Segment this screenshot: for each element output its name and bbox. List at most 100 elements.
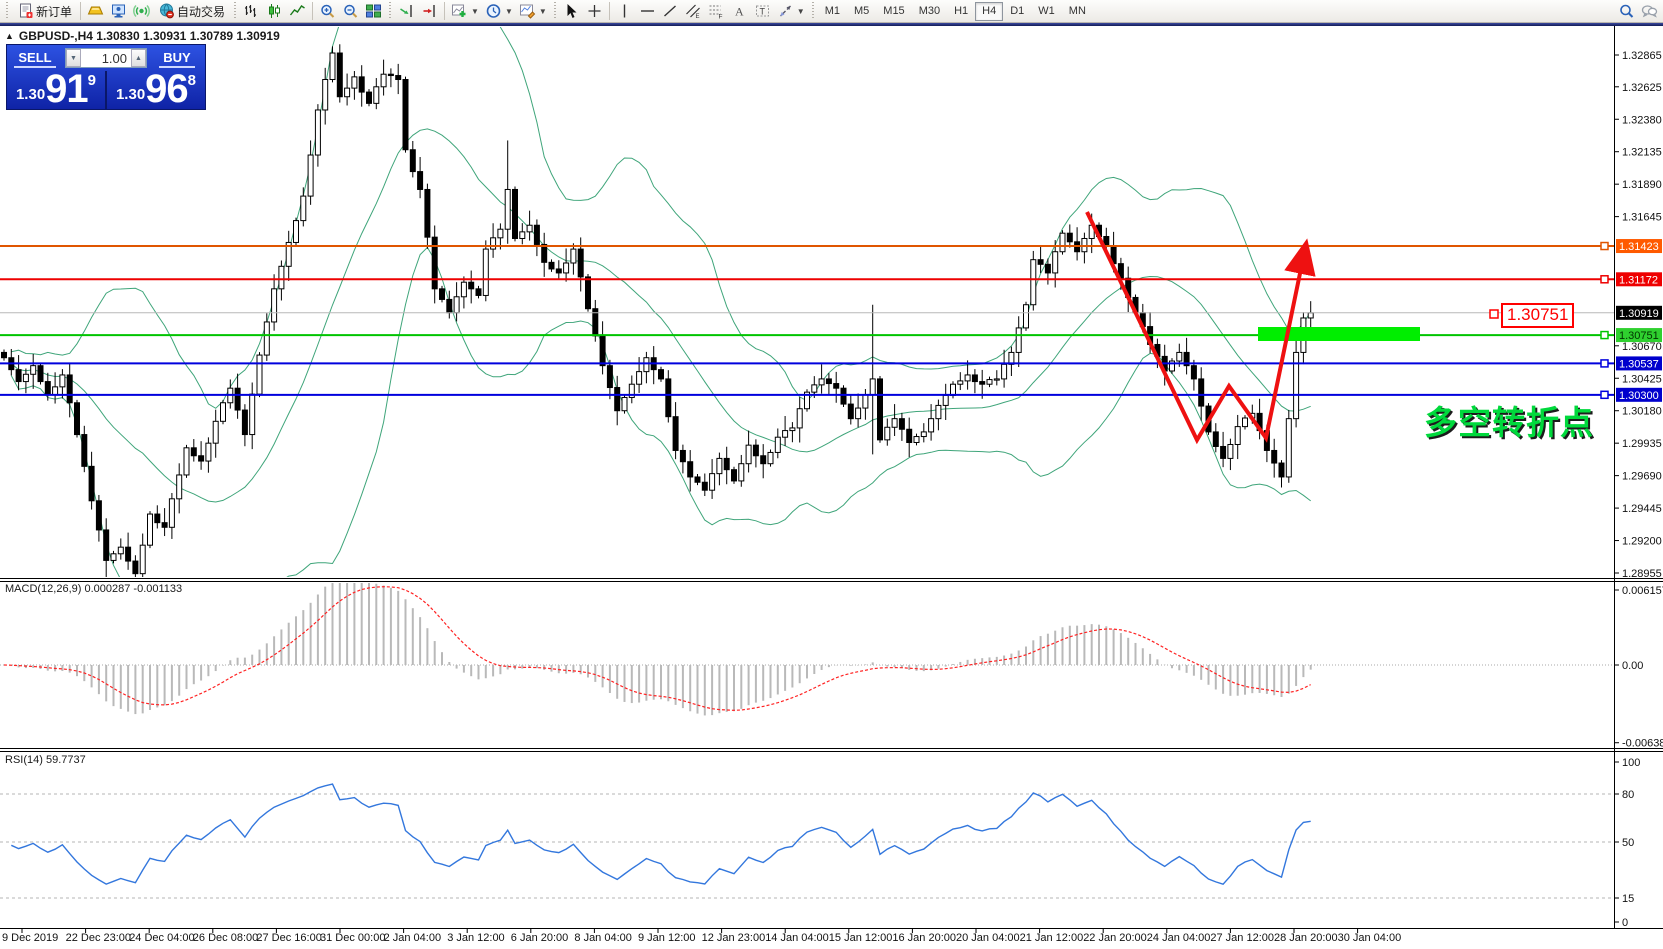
new-order-icon [17, 3, 34, 19]
bar-chart-button[interactable] [240, 1, 263, 21]
timeframe-d1[interactable]: D1 [1003, 2, 1031, 21]
svg-text:31 Dec 00:00: 31 Dec 00:00 [320, 932, 385, 944]
arrows-tool-button[interactable]: ▼ [774, 1, 808, 21]
buy-price-display[interactable]: 1.30 96 8 [107, 71, 205, 109]
text-icon: A [731, 3, 748, 19]
chart-shift-icon [421, 3, 438, 19]
svg-text:100: 100 [1622, 757, 1640, 769]
indicators-icon [451, 3, 468, 19]
remote-assist-icon [110, 3, 127, 19]
arrows-icon [777, 3, 794, 19]
svg-text:E: E [695, 14, 699, 19]
toolbar-grip[interactable] [810, 2, 816, 20]
crosshair-tool-button[interactable] [583, 1, 606, 21]
svg-text:22 Dec 23:00: 22 Dec 23:00 [66, 932, 131, 944]
chevron-down-icon[interactable]: ▼ [505, 7, 513, 16]
sell-price-pip: 9 [88, 72, 96, 89]
toolbar-grip[interactable] [387, 2, 393, 20]
sell-price-display[interactable]: 1.30 91 9 [7, 71, 107, 109]
cursor-tool-button[interactable] [560, 1, 583, 21]
chevron-down-icon[interactable]: ▼ [797, 7, 805, 16]
collapse-panel-arrow[interactable]: ▲ [5, 31, 14, 41]
svg-text:A: A [735, 5, 744, 19]
svg-text:20 Jan 04:00: 20 Jan 04:00 [956, 932, 1020, 944]
timeframe-m5[interactable]: M5 [847, 2, 876, 21]
news-signal-button[interactable] [130, 1, 153, 21]
svg-text:1.30751: 1.30751 [1619, 330, 1659, 342]
svg-text:1.31172: 1.31172 [1619, 274, 1658, 286]
svg-text:0.00: 0.00 [1622, 660, 1643, 672]
svg-text:1.28955: 1.28955 [1622, 568, 1662, 580]
svg-text:2 Jan 04:00: 2 Jan 04:00 [384, 932, 442, 944]
svg-text:1.31423: 1.31423 [1619, 241, 1659, 253]
svg-text:27 Dec 16:00: 27 Dec 16:00 [256, 932, 321, 944]
templates-button[interactable]: ▼ [516, 1, 550, 21]
text-label-icon: T [754, 3, 771, 19]
timeframe-h1[interactable]: H1 [947, 2, 975, 21]
buy-price-pip: 8 [188, 72, 196, 89]
equidistant-channel-icon: E [685, 3, 702, 19]
new-order-button[interactable]: 新订单 [12, 1, 77, 21]
zoom-out-button[interactable] [339, 1, 362, 21]
auto-scroll-button[interactable] [395, 1, 418, 21]
svg-text:6 Jan 20:00: 6 Jan 20:00 [511, 932, 569, 944]
zoom-in-button[interactable] [316, 1, 339, 21]
svg-text:27 Jan 12:00: 27 Jan 12:00 [1210, 932, 1274, 944]
volume-input[interactable] [81, 49, 131, 67]
trendline-tool-button[interactable] [659, 1, 682, 21]
community-chat-button[interactable] [1638, 1, 1661, 21]
remote-terminal-button[interactable] [107, 1, 130, 21]
chart-plot-area[interactable]: 1.328651.326251.323801.321351.318901.316… [0, 0, 1663, 949]
window-border-strip [0, 23, 1663, 26]
autotrade-button[interactable]: 自动交易 [153, 1, 230, 21]
volume-increase-button[interactable]: ▲ [131, 49, 146, 67]
candle-chart-button[interactable] [263, 1, 286, 21]
channel-tool-button[interactable]: E [682, 1, 705, 21]
svg-text:1.32135: 1.32135 [1622, 147, 1662, 159]
chart-shift-button[interactable] [418, 1, 441, 21]
tile-windows-button[interactable] [362, 1, 385, 21]
svg-text:1.29935: 1.29935 [1622, 438, 1662, 450]
timeframe-h4[interactable]: H4 [975, 2, 1003, 21]
timeframe-m1[interactable]: M1 [818, 2, 847, 21]
indicators-button[interactable]: ▼ [448, 1, 482, 21]
svg-text:1.30537: 1.30537 [1619, 358, 1659, 370]
timeframe-m30[interactable]: M30 [912, 2, 947, 21]
timeframe-mn[interactable]: MN [1062, 2, 1093, 21]
autotrade-icon [158, 3, 175, 19]
vertical-line-tool-button[interactable] [613, 1, 636, 21]
price-text-label[interactable]: 1.30751 [1501, 303, 1574, 328]
toolbar-grip[interactable] [552, 2, 558, 20]
chevron-down-icon[interactable]: ▼ [471, 7, 479, 16]
toolbar-grip[interactable] [4, 2, 10, 20]
svg-text:28 Jan 20:00: 28 Jan 20:00 [1274, 932, 1338, 944]
crosshair-icon [586, 3, 603, 19]
svg-text:12 Jan 23:00: 12 Jan 23:00 [702, 932, 766, 944]
svg-text:1.32380: 1.32380 [1622, 114, 1662, 126]
vertical-line-icon [616, 3, 633, 19]
candle-chart-icon [266, 3, 283, 19]
timeframe-m15[interactable]: M15 [876, 2, 911, 21]
volume-decrease-button[interactable]: ▼ [66, 49, 81, 67]
svg-text:1.30919: 1.30919 [1619, 308, 1659, 320]
auto-scroll-icon [398, 3, 415, 19]
one-click-trade-panel: SELL ▼ ▲ BUY 1.30 91 9 1.30 96 8 [6, 44, 206, 110]
svg-text:8 Jan 04:00: 8 Jan 04:00 [574, 932, 632, 944]
line-chart-button[interactable] [286, 1, 309, 21]
fibonacci-tool-button[interactable]: F [705, 1, 728, 21]
turning-point-annotation[interactable]: 多空转折点 [1424, 396, 1594, 444]
chevron-down-icon[interactable]: ▼ [539, 7, 547, 16]
text-label-tool-button[interactable]: T [751, 1, 774, 21]
fibonacci-icon: F [708, 3, 725, 19]
search-button[interactable] [1615, 1, 1638, 21]
svg-text:1.31890: 1.31890 [1622, 179, 1662, 191]
horizontal-line-tool-button[interactable] [636, 1, 659, 21]
svg-text:1.30180: 1.30180 [1622, 406, 1662, 418]
chart-title: ▲ GBPUSD-,H4 1.30830 1.30931 1.30789 1.3… [5, 29, 280, 43]
toolbar-grip[interactable] [232, 2, 238, 20]
market-watch-button[interactable] [84, 1, 107, 21]
macd-indicator-label: MACD(12,26,9) 0.000287 -0.001133 [5, 583, 182, 595]
periods-button[interactable]: ▼ [482, 1, 516, 21]
timeframe-w1[interactable]: W1 [1031, 2, 1062, 21]
text-tool-button[interactable]: A [728, 1, 751, 21]
